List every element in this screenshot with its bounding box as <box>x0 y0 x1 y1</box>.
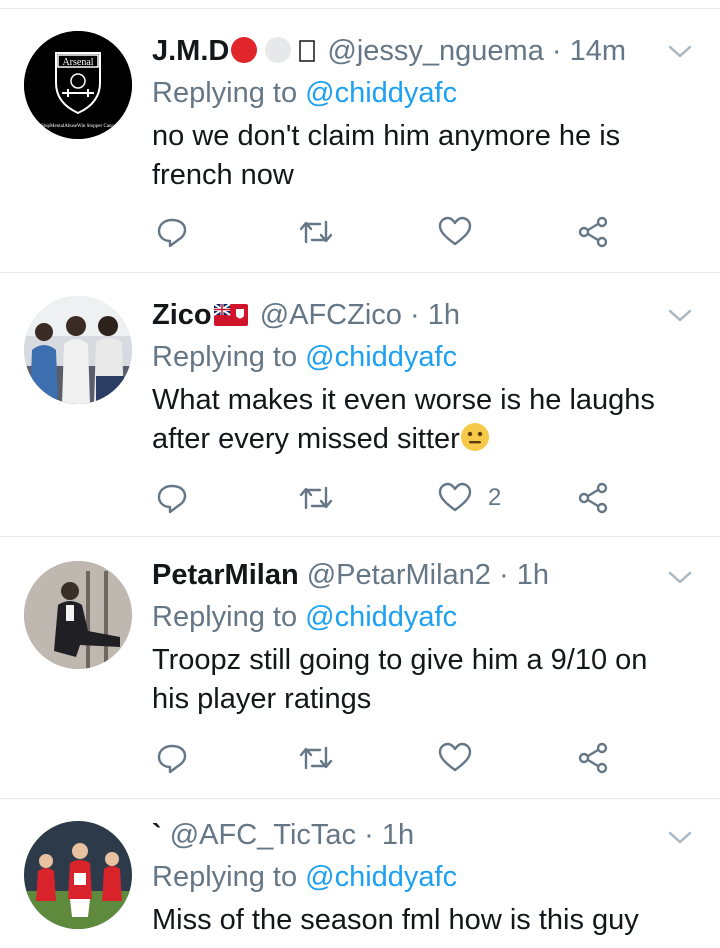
like-button[interactable] <box>438 212 482 252</box>
retweet-button[interactable] <box>298 212 334 252</box>
reply-button[interactable] <box>156 212 188 252</box>
reply-button[interactable] <box>156 738 188 778</box>
display-name[interactable]: ` <box>152 819 162 851</box>
timestamp[interactable]: 1h <box>382 819 414 851</box>
avatar-crest-text: Arsenal <box>62 57 93 68</box>
retweet-icon <box>299 220 333 244</box>
white-circle-icon <box>265 37 292 63</box>
reply-button[interactable] <box>156 478 188 518</box>
tweet-text-content: What makes it even worse is he laughs af… <box>152 384 655 455</box>
tweet-header: J.M.D @jessy_nguema · 14m <box>152 29 640 73</box>
replying-to-label: Replying to <box>152 861 298 893</box>
reply-icon <box>157 744 187 774</box>
replying-to: Replying to @chiddyafc <box>152 857 457 897</box>
timestamp[interactable]: 1h <box>517 559 549 591</box>
heart-icon <box>438 482 472 512</box>
heart-icon <box>438 742 472 772</box>
tweet[interactable]: Arsenal #StopMentalAbuseWin Stopper Canc… <box>0 9 720 273</box>
handle[interactable]: @AFC_TicTac <box>170 819 356 851</box>
replying-to-label: Replying to <box>152 601 298 633</box>
display-name[interactable]: Zico <box>152 299 212 331</box>
like-button[interactable]: 2 <box>438 478 501 518</box>
replying-to: Replying to @chiddyafc <box>152 597 457 637</box>
like-count: 2 <box>488 484 502 511</box>
avatar-caption-text: #StopMentalAbuseWin Stopper Cancer <box>38 124 118 129</box>
heart-icon <box>438 216 472 246</box>
display-name[interactable]: PetarMilan <box>152 559 299 591</box>
share-button[interactable] <box>578 738 610 778</box>
separator: · <box>364 819 374 851</box>
tweet-text: Miss of the season fml how is this guy <box>152 904 639 936</box>
replying-to-mention[interactable]: @chiddyafc <box>305 861 457 893</box>
bermuda-flag-icon <box>213 303 248 326</box>
tweet-text: no we don't claim him anymore he is fren… <box>152 120 621 191</box>
replying-to-label: Replying to <box>152 77 298 109</box>
tweet-header: Zico @AFCZico · 1h <box>152 293 640 337</box>
share-icon <box>578 742 608 774</box>
tweet[interactable]: ` @AFC_TicTac · 1h Replying to @chiddyaf… <box>0 799 720 948</box>
avatar[interactable] <box>24 821 132 929</box>
reply-icon <box>157 484 187 514</box>
neutral-face-emoji-icon <box>460 423 489 451</box>
share-icon <box>578 216 608 248</box>
tweet-actions <box>152 738 632 778</box>
replying-to-mention[interactable]: @chiddyafc <box>305 341 457 373</box>
avatar[interactable]: Arsenal #StopMentalAbuseWin Stopper Canc… <box>24 31 132 139</box>
red-circle-icon <box>231 37 258 63</box>
retweet-icon <box>299 486 333 510</box>
replying-to-label: Replying to <box>152 341 298 373</box>
avatar-photo <box>24 821 132 929</box>
arsenal-logo-icon: Arsenal #StopMentalAbuseWin Stopper Canc… <box>24 31 132 139</box>
separator: · <box>409 299 420 331</box>
separator: · <box>551 35 562 67</box>
replying-to-mention[interactable]: @chiddyafc <box>305 601 457 633</box>
handle[interactable]: @PetarMilan2 <box>307 559 491 591</box>
tweet-actions: 2 <box>152 478 632 518</box>
retweet-button[interactable] <box>298 478 334 518</box>
tweet-header: PetarMilan @PetarMilan2 · 1h <box>152 553 640 597</box>
tweet[interactable]: Zico @AFCZico · 1h Replying to @chiddyaf… <box>0 273 720 537</box>
chevron-down-icon[interactable] <box>666 301 694 329</box>
tweet-text: What makes it even worse is he laughs af… <box>152 381 680 459</box>
display-name[interactable]: J.M.D <box>152 35 229 67</box>
chevron-down-icon[interactable] <box>666 823 694 851</box>
replying-to-mention[interactable]: @chiddyafc <box>305 77 457 109</box>
tweet-text: Troopz still going to give him a 9/10 on… <box>152 644 648 715</box>
retweet-button[interactable] <box>298 738 334 778</box>
top-divider <box>0 0 720 9</box>
replying-to: Replying to @chiddyafc <box>152 73 457 113</box>
name-emoji-badges <box>229 35 319 67</box>
avatar[interactable] <box>24 296 132 404</box>
share-icon <box>578 482 608 514</box>
handle[interactable]: @jessy_nguema <box>327 35 543 67</box>
timestamp[interactable]: 14m <box>570 35 626 67</box>
timestamp[interactable]: 1h <box>428 299 460 331</box>
missing-glyph-icon <box>299 40 316 62</box>
separator: · <box>498 559 509 591</box>
chevron-down-icon[interactable] <box>666 563 694 591</box>
tweet-actions <box>152 212 632 252</box>
share-button[interactable] <box>578 212 610 252</box>
share-button[interactable] <box>578 478 610 518</box>
handle[interactable]: @AFCZico <box>260 299 402 331</box>
replying-to: Replying to @chiddyafc <box>152 337 457 377</box>
reply-icon <box>157 218 187 248</box>
avatar[interactable] <box>24 561 132 669</box>
chevron-down-icon[interactable] <box>666 37 694 65</box>
avatar-photo <box>24 561 132 669</box>
retweet-icon <box>299 746 333 770</box>
tweet[interactable]: PetarMilan @PetarMilan2 · 1h Replying to… <box>0 537 720 799</box>
tweet-header: ` @AFC_TicTac · 1h <box>152 813 640 857</box>
avatar-photo <box>24 296 132 404</box>
like-button[interactable] <box>438 738 482 778</box>
